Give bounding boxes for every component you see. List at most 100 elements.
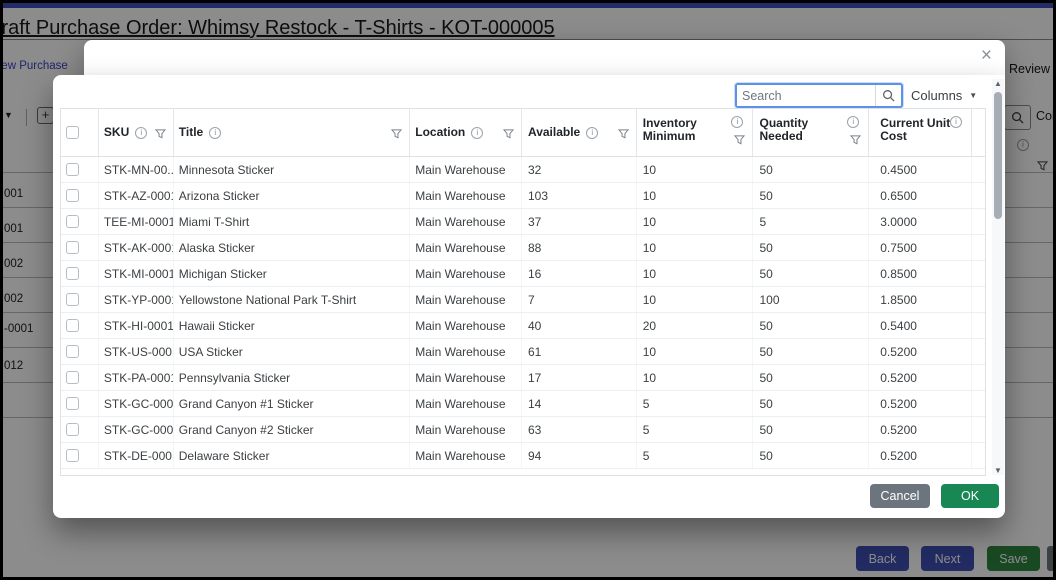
column-label: Inventory Minimum <box>643 117 715 143</box>
col-header-title[interactable]: Titlei <box>174 109 410 156</box>
table-row[interactable]: STK-DE-0001Delaware StickerMain Warehous… <box>61 443 985 469</box>
table-row[interactable]: STK-AK-0001Alaska StickerMain Warehouse8… <box>61 235 985 261</box>
row-checkbox[interactable] <box>66 215 79 228</box>
cell-title: Grand Canyon #2 Sticker <box>174 417 410 442</box>
cell-inventory_minimum: 10 <box>637 287 754 312</box>
window: Draft Purchase Order: Whimsy Restock - T… <box>0 0 1056 580</box>
filter-icon[interactable] <box>618 128 629 142</box>
cell-inventory_minimum: 5 <box>637 443 754 468</box>
cell-available: 16 <box>522 261 637 286</box>
column-label: Location <box>415 126 465 139</box>
col-header-inventory_minimum[interactable]: Inventory Minimumi <box>637 109 754 156</box>
cell-checkbox <box>61 417 99 442</box>
cell-available: 37 <box>522 209 637 234</box>
scroll-down-arrow[interactable]: ▼ <box>992 466 1004 475</box>
cell-title: Yellowstone National Park T-Shirt <box>174 287 410 312</box>
column-label: SKU <box>104 126 129 139</box>
row-checkbox[interactable] <box>66 423 79 436</box>
row-checkbox[interactable] <box>66 319 79 332</box>
row-checkbox[interactable] <box>66 189 79 202</box>
table-row[interactable]: STK-MI-0001Michigan StickerMain Warehous… <box>61 261 985 287</box>
cell-sku: STK-AK-0001 <box>99 235 174 260</box>
filter-icon[interactable] <box>391 128 402 142</box>
cell-current_unit_cost: 0.7500 <box>869 235 972 260</box>
table-row[interactable]: STK-AZ-0001Arizona StickerMain Warehouse… <box>61 183 985 209</box>
cell-quantity_needed: 50 <box>753 235 869 260</box>
chevron-down-icon: ▼ <box>969 91 977 100</box>
scrollbar-thumb[interactable] <box>994 92 1002 219</box>
filter-icon[interactable] <box>503 128 514 142</box>
info-icon: i <box>847 116 859 128</box>
cell-current_unit_cost: 3.0000 <box>869 209 972 234</box>
ok-button[interactable]: OK <box>941 484 999 508</box>
table-row[interactable]: STK-GC-0002Grand Canyon #2 StickerMain W… <box>61 417 985 443</box>
table-row[interactable]: STK-GC-0001Grand Canyon #1 StickerMain W… <box>61 391 985 417</box>
row-checkbox[interactable] <box>66 345 79 358</box>
row-checkbox[interactable] <box>66 163 79 176</box>
cell-location: Main Warehouse <box>410 339 522 364</box>
cell-title: Minnesota Sticker <box>174 157 410 182</box>
table-row[interactable]: STK-YP-0001Yellowstone National Park T-S… <box>61 287 985 313</box>
cell-current_unit_cost: 1.8500 <box>869 287 972 312</box>
cancel-button[interactable]: Cancel <box>870 484 930 508</box>
cell-sku: STK-YP-0001 <box>99 287 174 312</box>
cell-sku: STK-MN-00... <box>99 157 174 182</box>
cell-title: Arizona Sticker <box>174 183 410 208</box>
cell-available: 17 <box>522 365 637 390</box>
column-label: Title <box>179 126 203 139</box>
row-checkbox[interactable] <box>66 449 79 462</box>
cell-current_unit_cost: 0.5200 <box>869 417 972 442</box>
row-checkbox[interactable] <box>66 397 79 410</box>
table-row[interactable]: STK-US-0001USA StickerMain Warehouse6110… <box>61 339 985 365</box>
table-row[interactable]: TEE-MI-0001Miami T-ShirtMain Warehouse37… <box>61 209 985 235</box>
col-header-available[interactable]: Availablei <box>522 109 637 156</box>
scroll-up-arrow[interactable]: ▲ <box>992 79 1004 88</box>
cell-current_unit_cost: 0.5200 <box>869 443 972 468</box>
filter-icon[interactable] <box>155 128 166 142</box>
filter-icon[interactable] <box>850 134 861 148</box>
cell-sku: STK-GC-0001 <box>99 391 174 416</box>
table-row[interactable]: STK-HI-0001Hawaii StickerMain Warehouse4… <box>61 313 985 339</box>
cell-current_unit_cost: 0.5200 <box>869 391 972 416</box>
cell-sku: TEE-MI-0001 <box>99 209 174 234</box>
cell-checkbox <box>61 235 99 260</box>
cell-location: Main Warehouse <box>410 313 522 338</box>
col-header-spacer <box>972 109 985 156</box>
item-picker-modal: Columns ▼ SKUiTitleiLocationiAvailableiI… <box>53 75 1005 518</box>
row-checkbox[interactable] <box>66 293 79 306</box>
columns-button[interactable]: Columns ▼ <box>911 83 977 108</box>
table-row[interactable]: STK-MN-00...Minnesota StickerMain Wareho… <box>61 157 985 183</box>
items-table: SKUiTitleiLocationiAvailableiInventory M… <box>60 108 986 476</box>
cell-inventory_minimum: 10 <box>637 183 754 208</box>
search-input[interactable] <box>737 85 875 106</box>
cell-available: 88 <box>522 235 637 260</box>
row-checkbox[interactable] <box>66 267 79 280</box>
row-checkbox[interactable] <box>66 371 79 384</box>
cell-available: 94 <box>522 443 637 468</box>
app-viewport: Draft Purchase Order: Whimsy Restock - T… <box>3 3 1053 577</box>
col-header-quantity_needed[interactable]: Quantity Needed i <box>753 109 869 156</box>
column-label: Quantity Needed <box>759 117 831 143</box>
cell-checkbox <box>61 365 99 390</box>
cell-quantity_needed: 50 <box>753 417 869 442</box>
select-all-checkbox[interactable] <box>66 126 79 139</box>
cell-checkbox <box>61 157 99 182</box>
table-row[interactable]: STK-PA-0001Pennsylvania StickerMain Ware… <box>61 365 985 391</box>
table-scrollbar[interactable]: ▲ ▼ <box>992 79 1004 475</box>
cell-sku: STK-US-0001 <box>99 339 174 364</box>
cell-title: Grand Canyon #1 Sticker <box>174 391 410 416</box>
cell-quantity_needed: 5 <box>753 209 869 234</box>
cell-quantity_needed: 50 <box>753 261 869 286</box>
filter-icon[interactable] <box>734 134 745 148</box>
cell-available: 61 <box>522 339 637 364</box>
cell-quantity_needed: 50 <box>753 391 869 416</box>
col-header-sku[interactable]: SKUi <box>99 109 174 156</box>
cell-available: 40 <box>522 313 637 338</box>
close-icon[interactable]: × <box>981 43 992 69</box>
cell-inventory_minimum: 10 <box>637 209 754 234</box>
search-icon[interactable] <box>875 85 901 106</box>
col-header-location[interactable]: Locationi <box>410 109 522 156</box>
col-header-current_unit_cost[interactable]: Current Unit Costi <box>869 109 972 156</box>
cell-quantity_needed: 50 <box>753 365 869 390</box>
row-checkbox[interactable] <box>66 241 79 254</box>
